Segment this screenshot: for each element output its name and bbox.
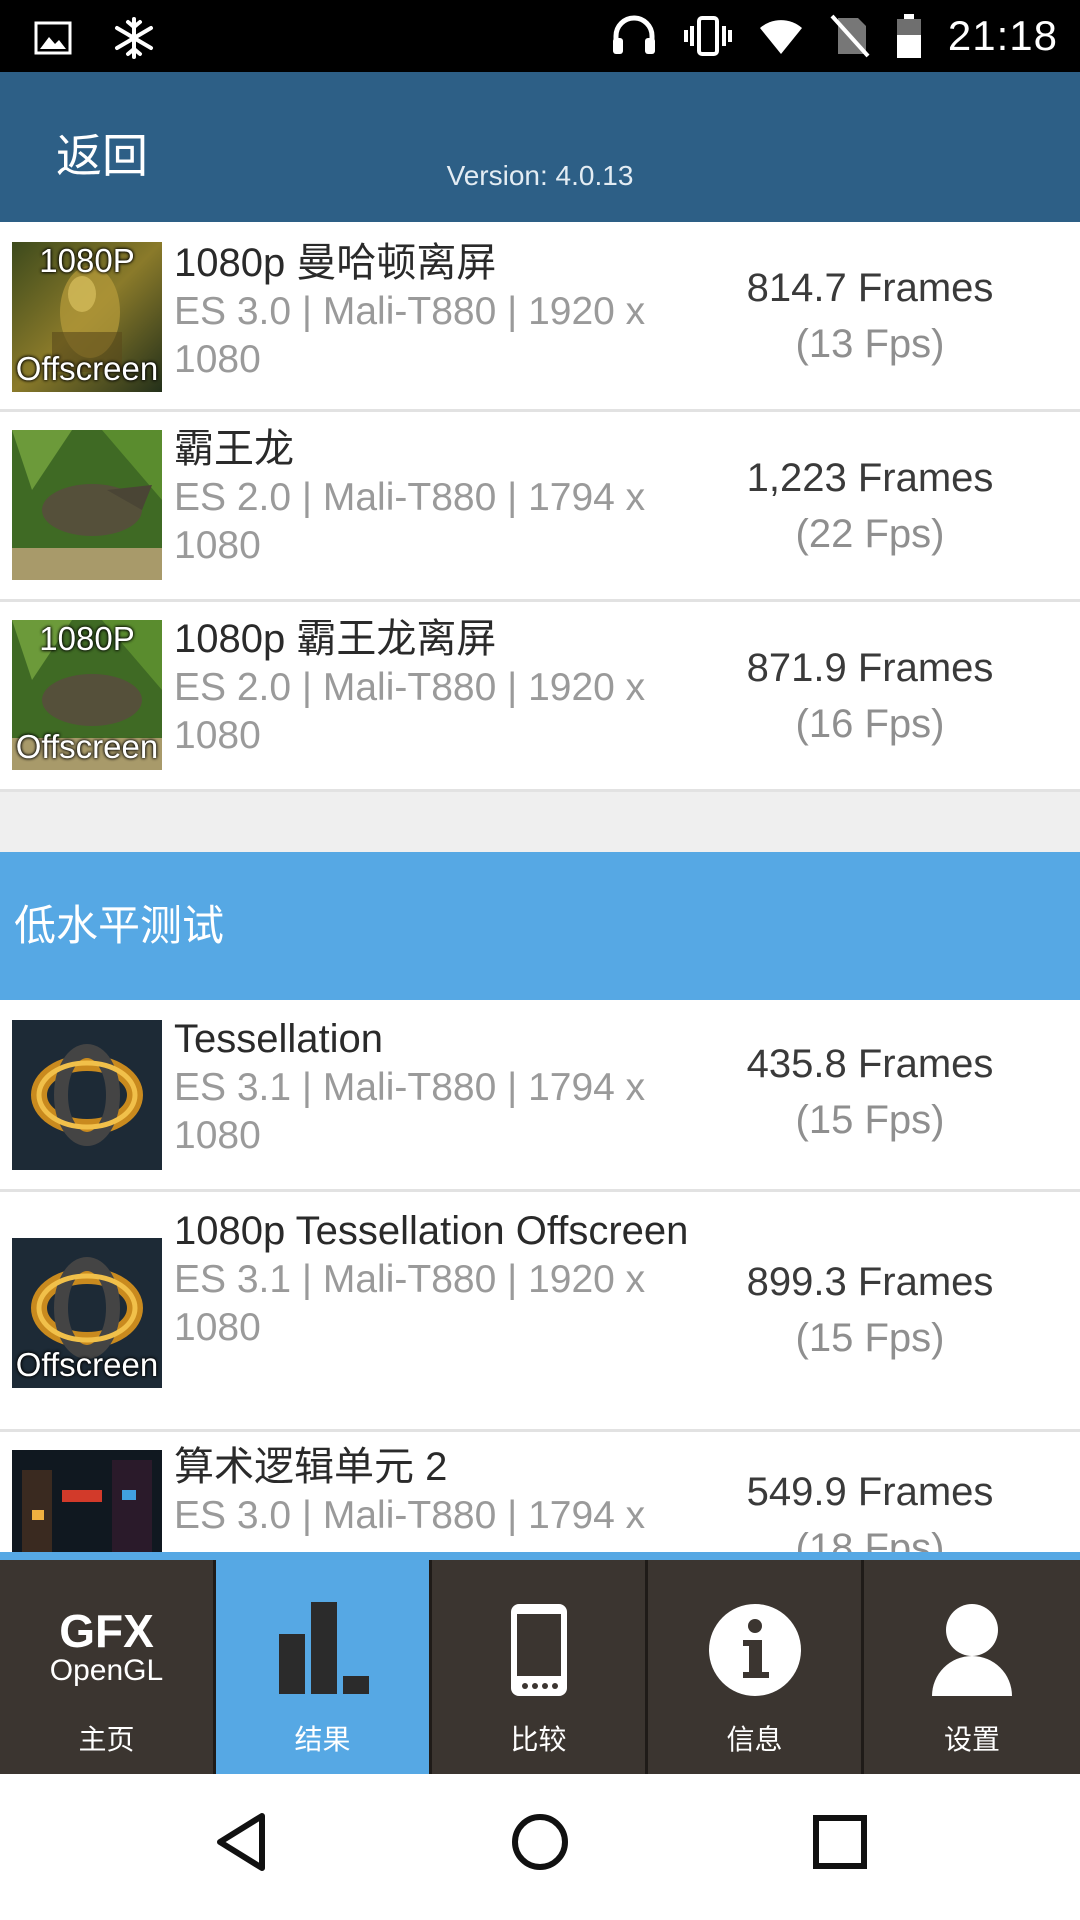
system-nav-bar xyxy=(0,1774,1080,1920)
test-description: ES 3.0 | Mali-T880 | 1794 x xyxy=(174,1494,646,1537)
result-row[interactable]: Offscreen 1080p Tessellation Offscreen E… xyxy=(0,1192,1080,1432)
section-spacer xyxy=(0,792,1080,852)
test-thumbnail: 1080P Offscreen xyxy=(12,620,162,770)
fps-value: (22 Fps) xyxy=(795,512,945,556)
frames-value: 899.3 Frames xyxy=(746,1260,994,1304)
vibrate-icon xyxy=(683,16,732,56)
frames-value: 814.7 Frames xyxy=(746,266,994,310)
phone-icon xyxy=(510,1604,567,1696)
test-description: ES 3.1 | Mali-T880 | 1920 x 1080 xyxy=(174,1258,646,1349)
recents-square-icon[interactable] xyxy=(812,1814,868,1870)
fps-value: (18 Fps) xyxy=(795,1526,945,1552)
fps-value: (15 Fps) xyxy=(795,1316,945,1360)
test-title: Tessellation xyxy=(174,1017,384,1061)
wifi-icon xyxy=(759,20,802,54)
snowflake-icon xyxy=(115,17,153,59)
result-row[interactable]: Tessellation ES 3.1 | Mali-T880 | 1794 x… xyxy=(0,1000,1080,1192)
info-icon xyxy=(708,1604,801,1696)
tab-info[interactable]: 信息 xyxy=(648,1560,864,1774)
fps-value: (13 Fps) xyxy=(795,322,945,366)
test-thumbnail xyxy=(12,1450,162,1552)
bottom-tab-bar: GFX OpenGL 主页 结果 比较 信息 设置 xyxy=(0,1552,1080,1774)
fps-value: (15 Fps) xyxy=(795,1098,945,1142)
thumb-bottom-label: Offscreen xyxy=(15,1346,159,1383)
result-row[interactable]: 算术逻辑单元 2 ES 3.0 | Mali-T880 | 1794 x 549… xyxy=(0,1432,1080,1552)
headset-icon xyxy=(612,15,655,54)
gallery-icon xyxy=(34,21,72,55)
tab-label: 比较 xyxy=(510,1723,567,1756)
test-description: ES 3.0 | Mali-T880 | 1920 x 1080 xyxy=(174,290,646,381)
test-title: 算术逻辑单元 2 xyxy=(174,1445,448,1489)
version-label: Version: 4.0.13 xyxy=(446,160,634,191)
test-title: 1080p 曼哈顿离屏 xyxy=(174,241,497,285)
result-row[interactable]: 霸王龙 ES 2.0 | Mali-T880 | 1794 x 1080 1,2… xyxy=(0,412,1080,602)
thumb-top-label: 1080P xyxy=(39,242,135,279)
tab-results[interactable]: 结果 xyxy=(216,1560,432,1774)
back-triangle-icon[interactable] xyxy=(212,1810,272,1874)
tab-label: 结果 xyxy=(294,1723,351,1756)
tab-label: 主页 xyxy=(78,1723,135,1756)
section-header-low-level: 低水平测试 xyxy=(0,852,1080,1000)
tab-home[interactable]: GFX OpenGL 主页 xyxy=(0,1560,216,1774)
test-title: 霸王龙 xyxy=(174,427,294,471)
test-description: ES 2.0 | Mali-T880 | 1920 x 1080 xyxy=(174,666,646,757)
gfx-opengl-logo: GFX OpenGL xyxy=(49,1605,164,1687)
thumb-bottom-label: Offscreen xyxy=(15,350,159,387)
results-list[interactable]: 1080P Offscreen 1080p 曼哈顿离屏 ES 3.0 | Mal… xyxy=(0,222,1080,1552)
user-icon xyxy=(932,1604,1012,1696)
test-description: ES 3.1 | Mali-T880 | 1794 x 1080 xyxy=(174,1066,646,1157)
test-description: ES 2.0 | Mali-T880 | 1794 x 1080 xyxy=(174,476,646,567)
battery-icon xyxy=(896,14,921,58)
thumb-top-label: 1080P xyxy=(39,620,135,657)
app-header: 返回 Version: 4.0.13 xyxy=(0,72,1080,222)
frames-value: 1,223 Frames xyxy=(746,456,994,500)
frames-value: 435.8 Frames xyxy=(746,1042,994,1086)
fps-value: (16 Fps) xyxy=(795,702,945,746)
test-thumbnail xyxy=(12,1020,162,1170)
tab-settings[interactable]: 设置 xyxy=(864,1560,1080,1774)
test-thumbnail: 1080P Offscreen xyxy=(12,242,162,392)
test-title: 1080p Tessellation Offscreen xyxy=(174,1209,689,1253)
no-sim-icon xyxy=(830,14,870,58)
status-bar: 21:18 xyxy=(0,0,1080,72)
result-row[interactable]: 1080P Offscreen 1080p 霸王龙离屏 ES 2.0 | Mal… xyxy=(0,602,1080,792)
home-circle-icon[interactable] xyxy=(510,1812,570,1872)
test-title: 1080p 霸王龙离屏 xyxy=(174,617,497,661)
bar-chart-icon xyxy=(278,1602,369,1694)
frames-value: 871.9 Frames xyxy=(746,646,994,690)
frames-value: 549.9 Frames xyxy=(746,1470,994,1514)
clock: 21:18 xyxy=(947,12,1058,59)
test-thumbnail: Offscreen xyxy=(12,1238,162,1388)
thumb-bottom-label: Offscreen xyxy=(15,728,159,765)
result-row[interactable]: 1080P Offscreen 1080p 曼哈顿离屏 ES 3.0 | Mal… xyxy=(0,222,1080,412)
tab-compare[interactable]: 比较 xyxy=(432,1560,648,1774)
tab-label: 设置 xyxy=(943,1723,1000,1756)
tab-label: 信息 xyxy=(726,1723,783,1756)
test-thumbnail xyxy=(12,430,162,580)
